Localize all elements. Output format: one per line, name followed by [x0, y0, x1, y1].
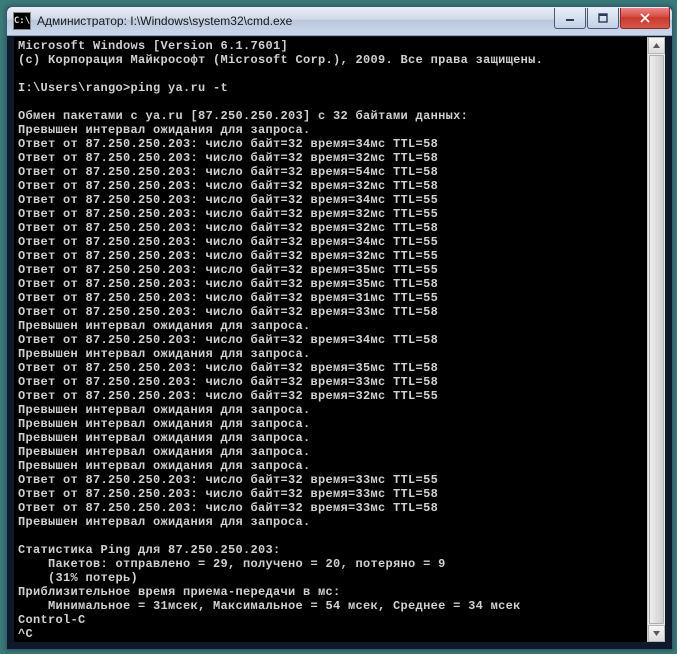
terminal-line: Статистика Ping для 87.250.250.203:: [18, 543, 644, 557]
terminal-line: Ответ от 87.250.250.203: число байт=32 в…: [18, 473, 644, 487]
terminal-line: I:\Users\rango>^V: [18, 641, 644, 642]
close-button[interactable]: [620, 8, 670, 29]
terminal-line: Превышен интервал ожидания для запроса.: [18, 515, 644, 529]
terminal-line: Ответ от 87.250.250.203: число байт=32 в…: [18, 291, 644, 305]
terminal-line: I:\Users\rango>ping ya.ru -t: [18, 81, 644, 95]
cmd-window: C:\ Администратор: I:\Windows\system32\c…: [6, 6, 673, 650]
terminal-line: [18, 95, 644, 109]
terminal-line: Ответ от 87.250.250.203: число байт=32 в…: [18, 501, 644, 515]
terminal-line: [18, 67, 644, 81]
chevron-down-icon: [652, 629, 661, 638]
terminal-line: Ответ от 87.250.250.203: число байт=32 в…: [18, 333, 644, 347]
client-area: Microsoft Windows [Version 6.1.7601](c) …: [14, 37, 665, 642]
terminal-line: Ответ от 87.250.250.203: число байт=32 в…: [18, 179, 644, 193]
terminal-line: Превышен интервал ожидания для запроса.: [18, 123, 644, 137]
terminal-line: Ответ от 87.250.250.203: число байт=32 в…: [18, 361, 644, 375]
window-buttons: [553, 8, 670, 28]
terminal-line: Ответ от 87.250.250.203: число байт=32 в…: [18, 375, 644, 389]
terminal-line: Ответ от 87.250.250.203: число байт=32 в…: [18, 305, 644, 319]
terminal-line: Ответ от 87.250.250.203: число байт=32 в…: [18, 165, 644, 179]
terminal-line: Пакетов: отправлено = 29, получено = 20,…: [18, 557, 644, 571]
terminal-line: Ответ от 87.250.250.203: число байт=32 в…: [18, 151, 644, 165]
terminal-line: (31% потерь): [18, 571, 644, 585]
terminal-line: Ответ от 87.250.250.203: число байт=32 в…: [18, 137, 644, 151]
terminal-line: Ответ от 87.250.250.203: число байт=32 в…: [18, 487, 644, 501]
terminal-line: Превышен интервал ожидания для запроса.: [18, 319, 644, 333]
terminal-line: Ответ от 87.250.250.203: число байт=32 в…: [18, 235, 644, 249]
terminal-line: Ответ от 87.250.250.203: число байт=32 в…: [18, 221, 644, 235]
cmd-icon: C:\: [13, 12, 31, 30]
terminal-line: Превышен интервал ожидания для запроса.: [18, 347, 644, 361]
scroll-thumb[interactable]: [649, 55, 664, 624]
terminal-output[interactable]: Microsoft Windows [Version 6.1.7601](c) …: [14, 37, 648, 642]
terminal-line: Превышен интервал ожидания для запроса.: [18, 417, 644, 431]
terminal-line: Control-C: [18, 613, 644, 627]
terminal-line: Превышен интервал ожидания для запроса.: [18, 431, 644, 445]
terminal-line: (c) Корпорация Майкрософт (Microsoft Cor…: [18, 53, 644, 67]
chevron-up-icon: [652, 41, 661, 50]
terminal-line: Ответ от 87.250.250.203: число байт=32 в…: [18, 207, 644, 221]
cmd-icon-label: C:\: [14, 17, 30, 26]
close-icon: [639, 13, 651, 23]
terminal-line: Минимальное = 31мсек, Максимальное = 54 …: [18, 599, 644, 613]
terminal-line: Ответ от 87.250.250.203: число байт=32 в…: [18, 263, 644, 277]
terminal-line: Ответ от 87.250.250.203: число байт=32 в…: [18, 277, 644, 291]
terminal-line: Ответ от 87.250.250.203: число байт=32 в…: [18, 249, 644, 263]
scroll-down-button[interactable]: [648, 625, 665, 642]
vertical-scrollbar[interactable]: [647, 37, 665, 642]
terminal-line: Превышен интервал ожидания для запроса.: [18, 459, 644, 473]
window-title: Администратор: I:\Windows\system32\cmd.e…: [37, 15, 553, 27]
maximize-icon: [598, 13, 608, 23]
scroll-up-button[interactable]: [648, 37, 665, 54]
terminal-line: [18, 529, 644, 543]
minimize-icon: [565, 13, 575, 23]
terminal-line: Microsoft Windows [Version 6.1.7601]: [18, 39, 644, 53]
minimize-button[interactable]: [554, 8, 586, 29]
terminal-line: Обмен пакетами с ya.ru [87.250.250.203] …: [18, 109, 644, 123]
terminal-line: ^C: [18, 627, 644, 641]
terminal-line: Превышен интервал ожидания для запроса.: [18, 403, 644, 417]
terminal-line: Приблизительное время приема-передачи в …: [18, 585, 644, 599]
terminal-line: Превышен интервал ожидания для запроса.: [18, 445, 644, 459]
terminal-line: Ответ от 87.250.250.203: число байт=32 в…: [18, 389, 644, 403]
terminal-line: Ответ от 87.250.250.203: число байт=32 в…: [18, 193, 644, 207]
titlebar[interactable]: C:\ Администратор: I:\Windows\system32\c…: [7, 7, 672, 36]
maximize-button[interactable]: [587, 8, 619, 29]
